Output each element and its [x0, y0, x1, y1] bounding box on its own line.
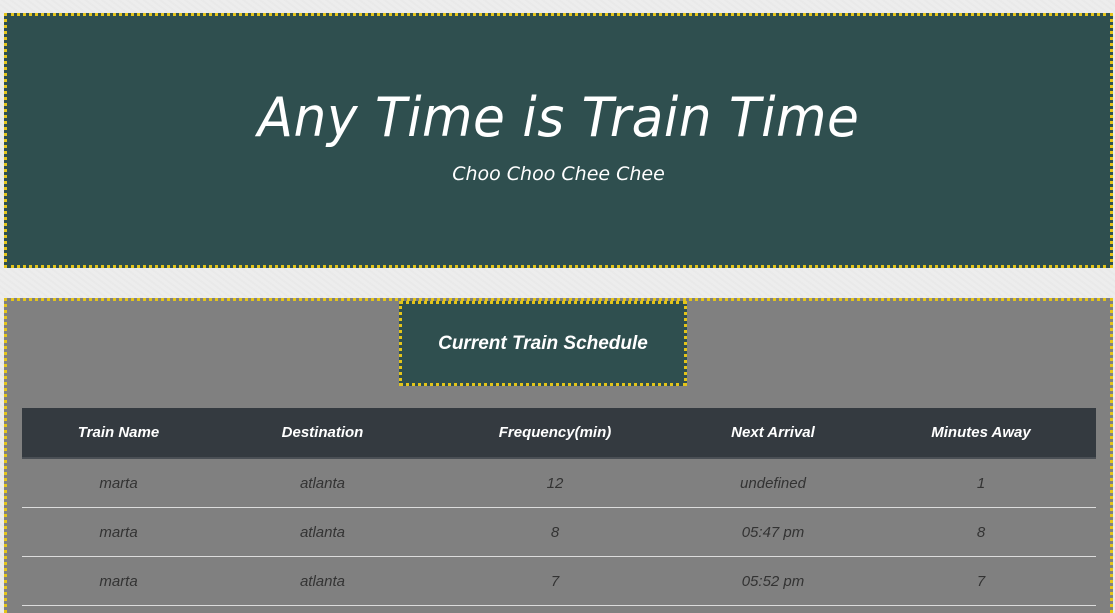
- train-schedule-table: Train Name Destination Frequency(min) Ne…: [22, 408, 1096, 606]
- cell-minutes-away: 8: [866, 507, 1096, 557]
- table-row: marta atlanta 8 05:47 pm 8: [22, 507, 1096, 557]
- column-header-train-name: Train Name: [22, 408, 215, 459]
- table-header-row: Train Name Destination Frequency(min) Ne…: [22, 408, 1096, 459]
- table-row: marta atlanta 7 05:52 pm 7: [22, 556, 1096, 606]
- cell-destination: atlanta: [215, 556, 430, 606]
- cell-frequency: 8: [430, 507, 680, 557]
- cell-train-name: marta: [22, 556, 215, 606]
- column-header-next-arrival: Next Arrival: [680, 408, 866, 459]
- page: Any Time is Train Time Choo Choo Chee Ch…: [0, 0, 1115, 613]
- cell-next-arrival: 05:47 pm: [680, 507, 866, 557]
- page-title: Any Time is Train Time: [257, 86, 860, 149]
- cell-train-name: marta: [22, 458, 215, 508]
- schedule-panel: Current Train Schedule Train Name Destin…: [4, 298, 1113, 613]
- cell-frequency: 7: [430, 556, 680, 606]
- cell-destination: atlanta: [215, 458, 430, 508]
- cell-next-arrival: 05:52 pm: [680, 556, 866, 606]
- cell-minutes-away: 7: [866, 556, 1096, 606]
- schedule-heading: Current Train Schedule: [399, 301, 687, 386]
- table-row: marta atlanta 12 undefined 1: [22, 458, 1096, 508]
- cell-frequency: 12: [430, 458, 680, 508]
- column-header-destination: Destination: [215, 408, 430, 459]
- page-tagline: Choo Choo Chee Chee: [452, 163, 665, 185]
- column-header-minutes-away: Minutes Away: [866, 408, 1096, 459]
- cell-minutes-away: 1: [866, 458, 1096, 508]
- cell-destination: atlanta: [215, 507, 430, 557]
- column-header-frequency: Frequency(min): [430, 408, 680, 459]
- cell-train-name: marta: [22, 507, 215, 557]
- header-banner: Any Time is Train Time Choo Choo Chee Ch…: [4, 13, 1113, 268]
- cell-next-arrival: undefined: [680, 458, 866, 508]
